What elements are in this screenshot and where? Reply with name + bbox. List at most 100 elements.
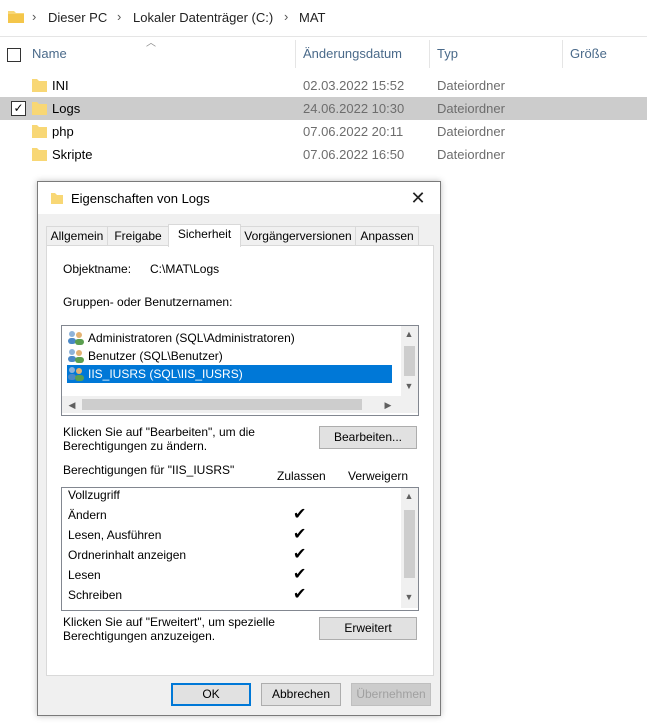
tab-sharing[interactable]: Freigabe: [107, 226, 169, 246]
scroll-up-icon[interactable]: ▲: [401, 491, 417, 501]
row-checkbox[interactable]: ✓: [11, 101, 26, 116]
file-date: 24.06.2022 10:30: [303, 101, 405, 116]
user-name: Benutzer (SQL\Benutzer): [88, 349, 223, 363]
folder-icon: [32, 78, 47, 95]
file-row-skripte[interactable]: Skripte 07.06.2022 16:50 Dateiordner: [0, 143, 647, 166]
permission-name: Vollzugriff: [68, 488, 120, 502]
permissions-vertical-scrollbar[interactable]: ▲ ▼: [401, 488, 418, 608]
dialog-titlebar[interactable]: Eigenschaften von Logs ✕: [38, 182, 440, 214]
allow-check-icon: ✔: [293, 546, 307, 563]
column-allow: Zulassen: [277, 469, 326, 483]
permission-name: Ordnerinhalt anzeigen: [68, 548, 187, 562]
file-name: Logs: [52, 101, 81, 116]
file-type: Dateiordner: [437, 101, 505, 116]
dialog-title: Eigenschaften von Logs: [71, 191, 210, 206]
column-size[interactable]: Größe: [570, 46, 607, 61]
permission-row-list-folder: Ordnerinhalt anzeigen ✔: [68, 545, 393, 565]
allow-check-icon: ✔: [293, 526, 307, 543]
column-header: Name Änderungsdatum Typ Größe: [0, 36, 647, 70]
scroll-down-icon[interactable]: ▼: [401, 381, 417, 391]
column-divider[interactable]: [562, 40, 563, 68]
file-date: 07.06.2022 20:11: [303, 124, 404, 139]
select-all-checkbox[interactable]: [7, 48, 21, 62]
folder-icon: [32, 124, 47, 141]
permissions-for-label: Berechtigungen für "IIS_IUSRS": [63, 463, 235, 477]
breadcrumb-item-drive[interactable]: Lokaler Datenträger (C:): [133, 10, 273, 25]
tab-general[interactable]: Allgemein: [46, 226, 108, 246]
scroll-up-icon[interactable]: ▲: [401, 329, 417, 339]
user-group-icon: [67, 366, 85, 387]
properties-dialog: Eigenschaften von Logs ✕ Allgemein Freig…: [37, 181, 441, 716]
allow-check-icon: ✔: [293, 566, 307, 583]
column-name[interactable]: Name: [32, 46, 67, 61]
file-date: 07.06.2022 16:50: [303, 147, 405, 162]
object-name-label: Objektname:: [63, 262, 132, 276]
edit-hint: Klicken Sie auf "Bearbeiten", um die: [63, 425, 255, 439]
user-name: IIS_IUSRS (SQL\IIS_IUSRS): [88, 367, 243, 381]
file-name: php: [52, 124, 74, 139]
edit-button[interactable]: Bearbeiten...: [319, 426, 417, 449]
file-name: Skripte: [52, 147, 93, 162]
apply-button[interactable]: Übernehmen: [351, 683, 431, 706]
scroll-thumb[interactable]: [404, 510, 415, 578]
close-icon[interactable]: ✕: [396, 182, 440, 214]
file-row-php[interactable]: php 07.06.2022 20:11 Dateiordner: [0, 120, 647, 143]
breadcrumb-item-this-pc[interactable]: Dieser PC: [48, 10, 107, 25]
user-name: Administratoren (SQL\Administratoren): [88, 331, 295, 345]
breadcrumb-item-mat[interactable]: MAT: [299, 10, 325, 25]
edit-hint-line2: Berechtigungen zu ändern.: [63, 439, 208, 453]
permission-row-full-control: Vollzugriff: [68, 485, 393, 505]
breadcrumb-chevron-icon: ›: [117, 9, 122, 24]
permission-name: Lesen, Ausführen: [68, 528, 162, 542]
permission-row-modify: Ändern ✔: [68, 505, 393, 525]
security-tab-panel: Objektname: C:\MAT\Logs Gruppen- oder Be…: [46, 245, 434, 676]
users-listbox[interactable]: Administratoren (SQL\Administratoren) Be…: [61, 325, 419, 416]
scroll-down-icon[interactable]: ▼: [401, 592, 417, 602]
tab-previous-versions[interactable]: Vorgängerversionen: [240, 226, 356, 246]
column-deny: Verweigern: [348, 469, 409, 483]
cancel-button[interactable]: Abbrechen: [261, 683, 341, 706]
permission-row-read-execute: Lesen, Ausführen ✔: [68, 525, 393, 545]
allow-check-icon: ✔: [293, 586, 307, 603]
scroll-right-icon[interactable]: ▶: [380, 400, 396, 411]
permission-name: Lesen: [68, 568, 101, 582]
advanced-button[interactable]: Erweitert: [319, 617, 417, 640]
user-item-users[interactable]: Benutzer (SQL\Benutzer): [67, 347, 392, 365]
folder-icon: [32, 147, 47, 164]
scroll-thumb[interactable]: [82, 399, 362, 410]
file-name: INI: [52, 78, 69, 93]
permissions-listbox[interactable]: Vollzugriff Ändern ✔ Lesen, Ausführen ✔ …: [61, 487, 419, 611]
file-row-logs[interactable]: ✓ Logs 24.06.2022 10:30 Dateiordner: [0, 97, 647, 120]
user-item-iis-iusrs[interactable]: IIS_IUSRS (SQL\IIS_IUSRS): [67, 365, 392, 383]
folder-icon: [8, 9, 24, 26]
address-bar[interactable]: › Dieser PC › Lokaler Datenträger (C:) ›…: [0, 0, 647, 37]
object-name-value: C:\MAT\Logs: [150, 262, 220, 276]
file-type: Dateiordner: [437, 147, 505, 162]
permission-name: Schreiben: [68, 588, 123, 602]
column-type[interactable]: Typ: [437, 46, 458, 61]
folder-icon: [51, 192, 63, 207]
advanced-hint: Klicken Sie auf "Erweitert", um speziell…: [63, 615, 275, 629]
breadcrumb-chevron-icon: ›: [284, 9, 289, 24]
tab-customize[interactable]: Anpassen: [355, 226, 419, 246]
file-type: Dateiordner: [437, 124, 505, 139]
breadcrumb-chevron-icon: ›: [32, 9, 37, 24]
advanced-hint-line2: Berechtigungen anzuzeigen.: [63, 629, 216, 643]
column-divider[interactable]: [429, 40, 430, 68]
user-item-administrators[interactable]: Administratoren (SQL\Administratoren): [67, 329, 392, 347]
file-row-ini[interactable]: INI 02.03.2022 15:52 Dateiordner: [0, 74, 647, 97]
sort-ascending-icon: ︿: [146, 38, 156, 49]
permission-row-read: Lesen ✔: [68, 565, 393, 585]
column-date[interactable]: Änderungsdatum: [303, 46, 402, 61]
scroll-left-icon[interactable]: ◀: [64, 400, 80, 411]
permission-name: Ändern: [68, 508, 107, 522]
file-type: Dateiordner: [437, 78, 505, 93]
users-vertical-scrollbar[interactable]: ▲ ▼: [401, 326, 418, 396]
column-divider[interactable]: [295, 40, 296, 68]
tab-security[interactable]: Sicherheit: [168, 224, 241, 247]
folder-icon: [32, 101, 47, 118]
permission-row-write: Schreiben ✔: [68, 585, 393, 605]
scroll-thumb[interactable]: [404, 346, 415, 376]
ok-button[interactable]: OK: [171, 683, 251, 706]
users-horizontal-scrollbar[interactable]: ◀ ▶: [62, 396, 418, 413]
